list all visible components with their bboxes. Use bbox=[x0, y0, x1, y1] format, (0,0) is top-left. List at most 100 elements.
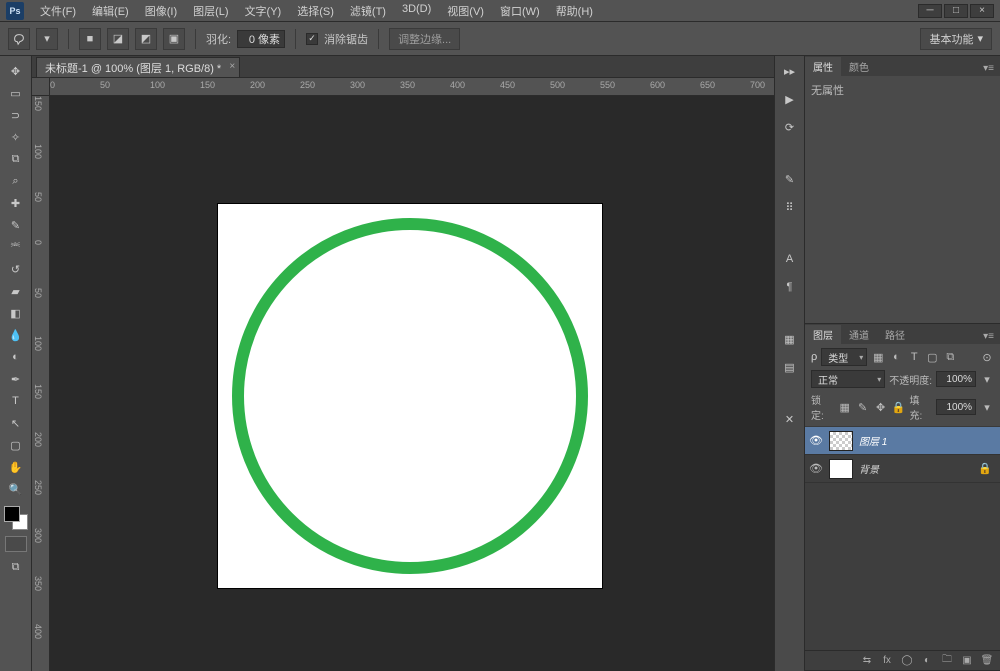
hand-tool-icon[interactable]: ✋ bbox=[2, 456, 30, 478]
lasso-tool-icon[interactable]: ⊃ bbox=[2, 104, 30, 126]
filter-pixel-icon[interactable]: ▦ bbox=[871, 350, 885, 364]
menu-item[interactable]: 文件(F) bbox=[32, 0, 84, 22]
quick-mask-toggle[interactable] bbox=[5, 536, 27, 552]
path-select-tool-icon[interactable]: ↖ bbox=[2, 412, 30, 434]
menu-item[interactable]: 窗口(W) bbox=[492, 0, 548, 22]
zoom-tool-icon[interactable]: 🔍 bbox=[2, 478, 30, 500]
menu-item[interactable]: 选择(S) bbox=[289, 0, 342, 22]
close-tab-icon[interactable]: × bbox=[229, 61, 235, 72]
lasso-tool-icon[interactable] bbox=[8, 28, 30, 50]
ruler-horizontal[interactable]: 0501001502002503003504004505005506006507… bbox=[50, 78, 774, 96]
options-bar[interactable]: ▾ ■ ◪ ◩ ▣ 羽化: 0 像素 ✓ 消除锯齿 调整边缘... 基本功能▾ bbox=[0, 22, 1000, 56]
document-tab[interactable]: 未标题-1 @ 100% (图层 1, RGB/8) * × bbox=[36, 57, 240, 77]
properties-panel[interactable]: 属性 颜色 ▾≡ 无属性 bbox=[805, 56, 1000, 324]
link-layers-icon[interactable]: ⇆ bbox=[860, 654, 874, 668]
pen-tool-icon[interactable]: ✒ bbox=[2, 368, 30, 390]
eraser-tool-icon[interactable]: ▰ bbox=[2, 280, 30, 302]
screen-mode-icon[interactable]: ⧉ bbox=[2, 556, 30, 578]
refine-edge-button[interactable]: 调整边缘... bbox=[389, 28, 460, 50]
opacity-caret-icon[interactable]: ▾ bbox=[980, 372, 994, 386]
layer-name[interactable]: 图层 1 bbox=[859, 433, 887, 448]
layers-panel[interactable]: 图层 通道 路径 ▾≡ ρ 类型 ▦ ◐ T ▢ ⧉ ⊙ bbox=[805, 324, 1000, 671]
blur-tool-icon[interactable]: 💧 bbox=[2, 324, 30, 346]
magic-wand-tool-icon[interactable]: ✧ bbox=[2, 126, 30, 148]
selection-new-icon[interactable]: ■ bbox=[79, 28, 101, 50]
fill-caret-icon[interactable]: ▾ bbox=[980, 400, 994, 414]
history-brush-tool-icon[interactable]: ↺ bbox=[2, 258, 30, 280]
character-panel-icon[interactable]: A bbox=[780, 250, 800, 268]
menu-item[interactable]: 帮助(H) bbox=[548, 0, 601, 22]
layer-thumbnail[interactable] bbox=[829, 459, 853, 479]
filter-text-icon[interactable]: T bbox=[907, 350, 921, 364]
layer-list[interactable]: 👁 图层 1 👁背景🔒 bbox=[805, 427, 1000, 650]
menu-item[interactable]: 文字(Y) bbox=[237, 0, 290, 22]
window-minimize[interactable]: ─ bbox=[918, 4, 942, 18]
menu-item[interactable]: 滤镜(T) bbox=[342, 0, 394, 22]
gradient-tool-icon[interactable]: ◧ bbox=[2, 302, 30, 324]
lock-all-icon[interactable]: 🔒 bbox=[892, 400, 906, 414]
layers-footer[interactable]: ⇆ fx ◯ ◐ 🗀 ▣ 🗑 bbox=[805, 650, 1000, 670]
document-tab-strip[interactable]: 未标题-1 @ 100% (图层 1, RGB/8) * × bbox=[32, 56, 774, 78]
filter-smart-icon[interactable]: ⧉ bbox=[943, 350, 957, 364]
canvas[interactable] bbox=[218, 204, 602, 588]
lock-transparent-icon[interactable]: ▦ bbox=[838, 400, 852, 414]
collapsed-panels-column[interactable]: ▸▸ ▶ ⟳ ✎ ⠿ A ¶ ▦ ▤ ✕ bbox=[775, 56, 805, 671]
lock-paint-icon[interactable]: ✎ bbox=[856, 400, 870, 414]
delete-layer-icon[interactable]: 🗑 bbox=[980, 654, 994, 668]
layer-name[interactable]: 背景 bbox=[859, 461, 879, 476]
fill-input[interactable]: 100% bbox=[936, 399, 976, 415]
menu-item[interactable]: 图层(L) bbox=[185, 0, 236, 22]
panel-menu-icon[interactable]: ▾≡ bbox=[977, 329, 1000, 344]
panel-menu-icon[interactable]: ▾≡ bbox=[977, 61, 1000, 76]
text-tool-icon[interactable]: T bbox=[2, 390, 30, 412]
history-panel-icon[interactable]: ⟳ bbox=[780, 118, 800, 136]
move-tool-icon[interactable]: ✥ bbox=[2, 60, 30, 82]
layer-row[interactable]: 👁背景🔒 bbox=[805, 455, 1000, 483]
navigator-panel-icon[interactable]: ▦ bbox=[780, 330, 800, 348]
group-icon[interactable]: 🗀 bbox=[940, 654, 954, 668]
expand-arrow-icon[interactable]: ▸▸ bbox=[780, 62, 800, 80]
tab-layers[interactable]: 图层 bbox=[805, 325, 841, 344]
tab-channels[interactable]: 通道 bbox=[841, 325, 877, 344]
dodge-tool-icon[interactable]: ◐ bbox=[2, 346, 30, 368]
filter-toggle-icon[interactable]: ⊙ bbox=[980, 350, 994, 364]
window-close[interactable]: × bbox=[970, 4, 994, 18]
window-maximize[interactable]: □ bbox=[944, 4, 968, 18]
layer-mask-icon[interactable]: ◯ bbox=[900, 654, 914, 668]
selection-subtract-icon[interactable]: ◩ bbox=[135, 28, 157, 50]
brush-tool-icon[interactable]: ✎ bbox=[2, 214, 30, 236]
eyedropper-tool-icon[interactable]: ⌕ bbox=[2, 170, 30, 192]
foreground-color-swatch[interactable] bbox=[4, 506, 20, 522]
canvas-viewport[interactable] bbox=[50, 96, 774, 671]
layer-style-icon[interactable]: fx bbox=[880, 654, 894, 668]
tab-paths[interactable]: 路径 bbox=[877, 325, 913, 344]
feather-input[interactable]: 0 像素 bbox=[237, 30, 285, 48]
opacity-input[interactable]: 100% bbox=[936, 371, 976, 387]
marquee-tool-icon[interactable]: ▭ bbox=[2, 82, 30, 104]
layer-filter-type-dropdown[interactable]: 类型 bbox=[821, 348, 867, 366]
workspace-switcher[interactable]: 基本功能▾ bbox=[920, 28, 992, 50]
clone-stamp-tool-icon[interactable]: ⎃ bbox=[2, 236, 30, 258]
brush-panel-icon[interactable]: ✎ bbox=[780, 170, 800, 188]
filter-shape-icon[interactable]: ▢ bbox=[925, 350, 939, 364]
blend-mode-dropdown[interactable]: 正常 bbox=[811, 370, 885, 388]
healing-brush-tool-icon[interactable]: ✚ bbox=[2, 192, 30, 214]
ruler-vertical[interactable]: 15010050050100150200250300350400450 bbox=[32, 96, 50, 671]
shape-tool-icon[interactable]: ▢ bbox=[2, 434, 30, 456]
color-swatches[interactable] bbox=[4, 506, 28, 530]
menu-item[interactable]: 图像(I) bbox=[137, 0, 185, 22]
visibility-toggle-icon[interactable]: 👁 bbox=[809, 434, 823, 448]
tools-panel[interactable]: ✥ ▭ ⊃ ✧ ⧉ ⌕ ✚ ✎ ⎃ ↺ ▰ ◧ 💧 ◐ ✒ T ↖ ▢ ✋ 🔍 … bbox=[0, 56, 32, 671]
menu-item[interactable]: 视图(V) bbox=[439, 0, 492, 22]
layer-thumbnail[interactable] bbox=[829, 431, 853, 451]
tools-panel-icon[interactable]: ✕ bbox=[780, 410, 800, 428]
dropdown-caret-icon[interactable]: ▾ bbox=[36, 28, 58, 50]
selection-intersect-icon[interactable]: ▣ bbox=[163, 28, 185, 50]
menu-item[interactable]: 3D(D) bbox=[394, 0, 439, 22]
paragraph-panel-icon[interactable]: ¶ bbox=[780, 278, 800, 296]
tab-color[interactable]: 颜色 bbox=[841, 57, 877, 76]
filter-adjust-icon[interactable]: ◐ bbox=[889, 350, 903, 364]
tab-properties[interactable]: 属性 bbox=[805, 57, 841, 76]
adjustment-layer-icon[interactable]: ◐ bbox=[920, 654, 934, 668]
menu-bar[interactable]: Ps 文件(F)编辑(E)图像(I)图层(L)文字(Y)选择(S)滤镜(T)3D… bbox=[0, 0, 1000, 22]
